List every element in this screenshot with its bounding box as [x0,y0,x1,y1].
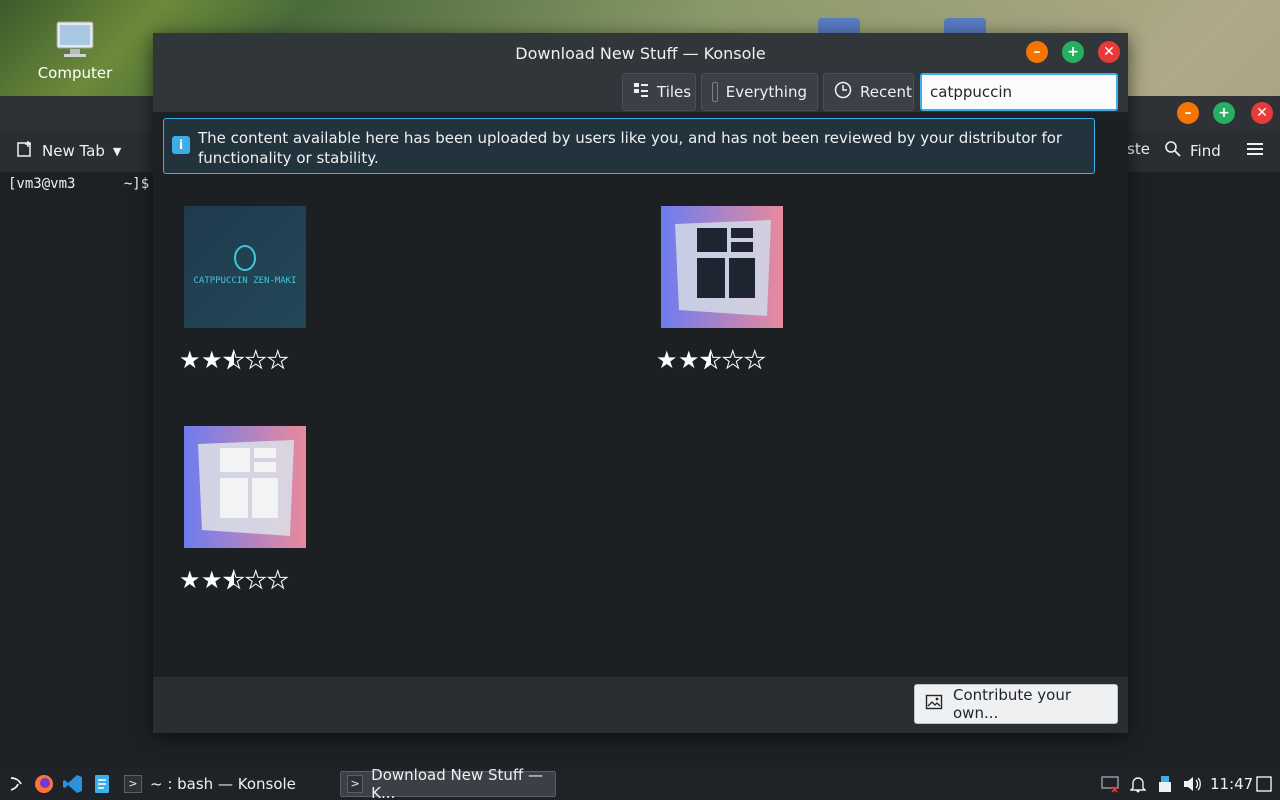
task-konsole[interactable]: > ~ : bash — Konsole [118,771,302,797]
minimize-button[interactable]: – [1177,102,1199,124]
preview-thumbnail: CATPPUCCIN ZEN-MAKI [184,206,306,328]
rating-stars: ★ ★ ★ ★ ★ [179,346,289,374]
dialog-titlebar: Download New Stuff — Konsole – + ✕ [153,33,1128,73]
network-disconnected-icon[interactable] [1100,774,1120,794]
task-download-new-stuff[interactable]: > Download New Stuff — K... [340,766,556,800]
app-launcher-icon[interactable] [6,774,26,794]
new-tab-button[interactable]: New Tab ▼ [16,140,121,162]
find-button[interactable]: Find [1164,140,1221,162]
terminal-icon: > [124,775,142,793]
rating-stars: ★ ★ ★ ★ ★ [179,566,289,594]
tiles-icon [633,82,649,102]
warning-infobar: i The content available here has been up… [163,118,1095,174]
show-desktop-icon[interactable] [1254,774,1274,794]
maximize-button[interactable]: + [1062,41,1084,63]
terminal-icon: > [347,775,364,793]
result-tile[interactable]: ★ ★ ★ ★ ★ [153,420,613,600]
hamburger-menu-icon[interactable] [1246,140,1264,158]
sort-dropdown[interactable]: Recent [823,73,914,111]
download-new-stuff-dialog: Download New Stuff — Konsole – + ✕ Tiles… [153,33,1128,733]
image-icon [925,693,943,715]
chevron-down-icon[interactable]: ▼ [113,145,121,158]
dialog-title: Download New Stuff — Konsole [515,43,766,63]
clock[interactable]: 11:47 [1210,775,1253,793]
taskbar: > ~ : bash — Konsole > Download New Stuf… [0,766,1280,800]
new-tab-icon [16,140,34,162]
clock-icon [834,81,852,103]
notifications-bell-icon[interactable] [1128,774,1148,794]
desktop-icon-computer[interactable]: Computer [25,20,125,82]
category-dropdown[interactable]: Everything [701,73,818,111]
thumbnail-caption: CATPPUCCIN ZEN-MAKI [193,276,297,286]
contribute-button[interactable]: Contribute your own... [914,684,1118,724]
info-message: The content available here has been uplo… [198,129,1063,167]
tiles-view-button[interactable]: Tiles [622,73,696,111]
info-icon: i [172,136,190,154]
rating-stars: ★ ★ ★ ★ ★ [656,346,766,374]
desktop-icon-label: Computer [37,64,113,82]
checkbox-icon [712,82,718,102]
usb-device-icon[interactable] [1155,774,1175,794]
text-editor-icon[interactable] [92,774,112,794]
result-tile[interactable]: ★ ★ ★ ★ ★ [630,200,1090,380]
dialog-toolbar: Tiles Everything Recent catppuccin [153,73,1128,113]
maximize-button[interactable]: + [1213,102,1235,124]
firefox-icon[interactable] [34,774,54,794]
preview-thumbnail [184,426,306,548]
minimize-button[interactable]: – [1026,41,1048,63]
close-button[interactable]: ✕ [1098,41,1120,63]
terminal-prompt[interactable]: [vm3@vm3 ~]$ [8,176,149,192]
search-icon [1164,140,1182,162]
volume-icon[interactable] [1182,774,1202,794]
paste-button[interactable]: ste [1127,140,1150,158]
computer-icon [55,20,95,60]
vscode-icon[interactable] [63,774,83,794]
result-tile[interactable]: CATPPUCCIN ZEN-MAKI ★ ★ ★ ★ ★ [153,200,613,380]
preview-thumbnail [661,206,783,328]
search-input[interactable]: catppuccin [920,73,1118,111]
close-button[interactable]: ✕ [1251,102,1273,124]
dialog-footer: Contribute your own... [153,676,1128,733]
